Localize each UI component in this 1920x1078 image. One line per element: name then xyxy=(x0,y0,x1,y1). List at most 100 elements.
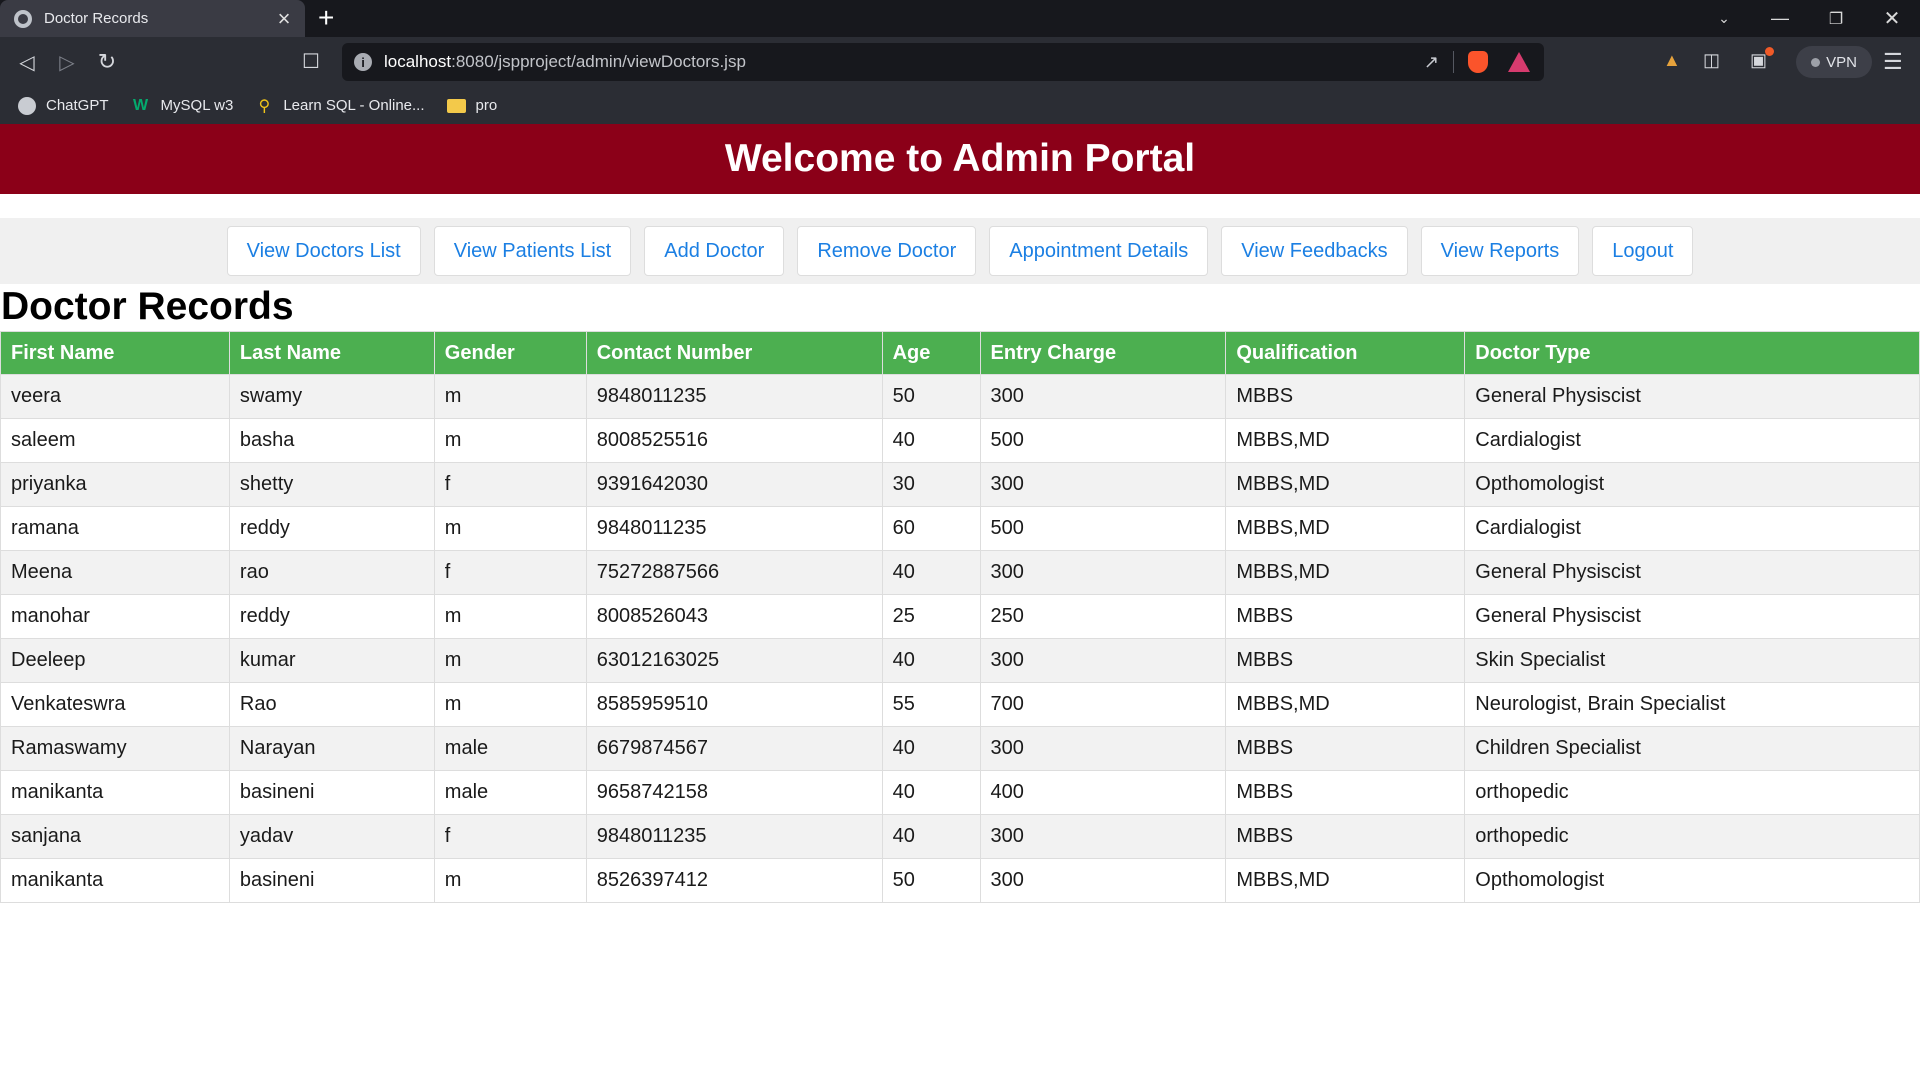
table-cell: MBBS,MD xyxy=(1225,858,1466,903)
column-header: Last Name xyxy=(228,331,435,375)
browser-tab[interactable]: Doctor Records × xyxy=(0,0,305,37)
table-cell: 300 xyxy=(979,550,1227,595)
table-cell: m xyxy=(433,858,587,903)
table-cell: 50 xyxy=(881,858,981,903)
table-cell: MBBS,MD xyxy=(1225,506,1466,551)
table-cell: 50 xyxy=(881,374,981,419)
bookmark-icon[interactable]: ☐ xyxy=(302,49,320,74)
bookmark-mysql-w3[interactable]: W MySQL w3 xyxy=(131,97,233,115)
globe-icon xyxy=(14,9,32,28)
table-cell: 60 xyxy=(881,506,981,551)
sidebar-icon[interactable]: ◫ xyxy=(1703,50,1720,71)
site-info-icon[interactable]: i xyxy=(354,53,372,71)
table-cell: reddy xyxy=(228,506,435,551)
table-cell: m xyxy=(433,638,587,683)
warning-icon[interactable]: ▲ xyxy=(1663,50,1681,71)
table-cell: 9391642030 xyxy=(585,462,883,507)
table-cell: General Physiscist xyxy=(1464,550,1920,595)
vpn-button[interactable]: VPN xyxy=(1796,46,1872,78)
table-cell: orthopedic xyxy=(1464,770,1920,815)
table-cell: 8008525516 xyxy=(585,418,883,463)
table-row: ramana reddy m 9848011235 60 500 MBBS,MD Cardia… xyxy=(0,506,1920,551)
table-cell: male xyxy=(433,726,587,771)
page-heading: Doctor Records xyxy=(1,285,294,328)
back-icon[interactable]: ◁ xyxy=(14,49,40,75)
table-cell: MBBS xyxy=(1225,374,1466,419)
browser-toolbar: ◁ ▷ ↻ ☐ i localhost:8080/jspproject/admi… xyxy=(0,37,1920,87)
table-cell: basineni xyxy=(228,770,435,815)
table-cell: kumar xyxy=(228,638,435,683)
table-header-row: First Name Last Name Gender Contact Numb… xyxy=(0,331,1920,375)
table-cell: Meena xyxy=(0,550,230,595)
table-cell: manikanta xyxy=(0,770,230,815)
bookmark-label: ChatGPT xyxy=(46,97,109,114)
table-cell: Venkateswra xyxy=(0,682,230,727)
view-feedbacks-button[interactable]: View Feedbacks xyxy=(1221,226,1408,276)
table-row: manohar reddy m 8008526043 25 250 MBBS General … xyxy=(0,594,1920,639)
url-text[interactable]: localhost:8080/jspproject/admin/viewDoct… xyxy=(384,52,1424,72)
table-cell: rao xyxy=(228,550,435,595)
table-cell: Cardialogist xyxy=(1464,506,1920,551)
table-row: priyanka shetty f 9391642030 30 300 MBBS,MD Opt… xyxy=(0,462,1920,507)
column-header: Entry Charge xyxy=(979,331,1227,375)
table-cell: 300 xyxy=(979,726,1227,771)
appointment-details-button[interactable]: Appointment Details xyxy=(989,226,1209,276)
bookmark-folder-pro[interactable]: pro xyxy=(446,97,497,114)
table-cell: f xyxy=(433,814,587,859)
bookmark-chatgpt[interactable]: ChatGPT xyxy=(18,96,109,115)
table-cell: yadav xyxy=(228,814,435,859)
minimize-icon[interactable]: — xyxy=(1752,0,1808,37)
brave-shields-icon[interactable] xyxy=(1468,51,1488,73)
table-cell: priyanka xyxy=(0,462,230,507)
folder-icon xyxy=(446,98,466,113)
menu-icon[interactable]: ☰ xyxy=(1883,49,1903,75)
bookmarks-bar: ChatGPT W MySQL w3 ⚲ Learn SQL - Online.… xyxy=(0,87,1920,124)
table-cell: 300 xyxy=(979,638,1227,683)
table-cell: 8008526043 xyxy=(585,594,883,639)
admin-nav: View Doctors List View Patients List Add… xyxy=(0,218,1920,284)
reload-icon[interactable]: ↻ xyxy=(94,49,120,75)
table-cell: male xyxy=(433,770,587,815)
close-tab-icon[interactable]: × xyxy=(273,7,295,30)
remove-doctor-button[interactable]: Remove Doctor xyxy=(797,226,977,276)
logout-button[interactable]: Logout xyxy=(1592,226,1694,276)
share-icon[interactable]: ↗ xyxy=(1424,52,1439,73)
table-cell: 700 xyxy=(979,682,1227,727)
restore-icon[interactable]: ❐ xyxy=(1808,0,1864,37)
table-cell: Neurologist, Brain Specialist xyxy=(1464,682,1920,727)
vpn-status-icon xyxy=(1811,57,1821,67)
table-cell: m xyxy=(433,418,587,463)
view-doctors-list-button[interactable]: View Doctors List xyxy=(226,226,421,276)
new-tab-icon[interactable]: + xyxy=(318,3,334,33)
notification-dot xyxy=(1765,47,1774,56)
table-cell: 40 xyxy=(881,418,981,463)
table-cell: 500 xyxy=(979,506,1227,551)
table-cell: orthopedic xyxy=(1464,814,1920,859)
table-cell: 40 xyxy=(881,770,981,815)
window-close-icon[interactable]: ✕ xyxy=(1864,0,1920,37)
browser-tab-bar: Doctor Records × + ⌄ — ❐ ✕ xyxy=(0,0,1920,37)
view-patients-list-button[interactable]: View Patients List xyxy=(433,226,632,276)
table-cell: MBBS,MD xyxy=(1225,550,1466,595)
doctor-records-table: First Name Last Name Gender Contact Numb… xyxy=(0,331,1920,903)
url-path: :8080/jspproject/admin/viewDoctors.jsp xyxy=(451,52,746,71)
address-bar[interactable]: i localhost:8080/jspproject/admin/viewDo… xyxy=(342,43,1544,81)
forward-icon[interactable]: ▷ xyxy=(54,49,80,75)
add-doctor-button[interactable]: Add Doctor xyxy=(644,226,785,276)
table-cell: Skin Specialist xyxy=(1464,638,1920,683)
table-row: manikanta basineni m 8526397412 50 300 MBBS,MD… xyxy=(0,858,1920,903)
view-reports-button[interactable]: View Reports xyxy=(1420,226,1580,276)
table-cell: MBBS xyxy=(1225,638,1466,683)
brave-rewards-icon[interactable] xyxy=(1508,52,1530,72)
bookmark-learn-sql[interactable]: ⚲ Learn SQL - Online... xyxy=(255,97,424,115)
table-cell: 9848011235 xyxy=(585,814,883,859)
table-cell: 40 xyxy=(881,638,981,683)
table-cell: 63012163025 xyxy=(585,638,883,683)
tab-search-chevron-icon[interactable]: ⌄ xyxy=(1696,0,1752,37)
table-cell: Opthomologist xyxy=(1464,858,1920,903)
table-cell: 25 xyxy=(881,594,981,639)
table-cell: MBBS xyxy=(1225,726,1466,771)
table-cell: Narayan xyxy=(228,726,435,771)
table-cell: 500 xyxy=(979,418,1227,463)
table-cell: shetty xyxy=(228,462,435,507)
